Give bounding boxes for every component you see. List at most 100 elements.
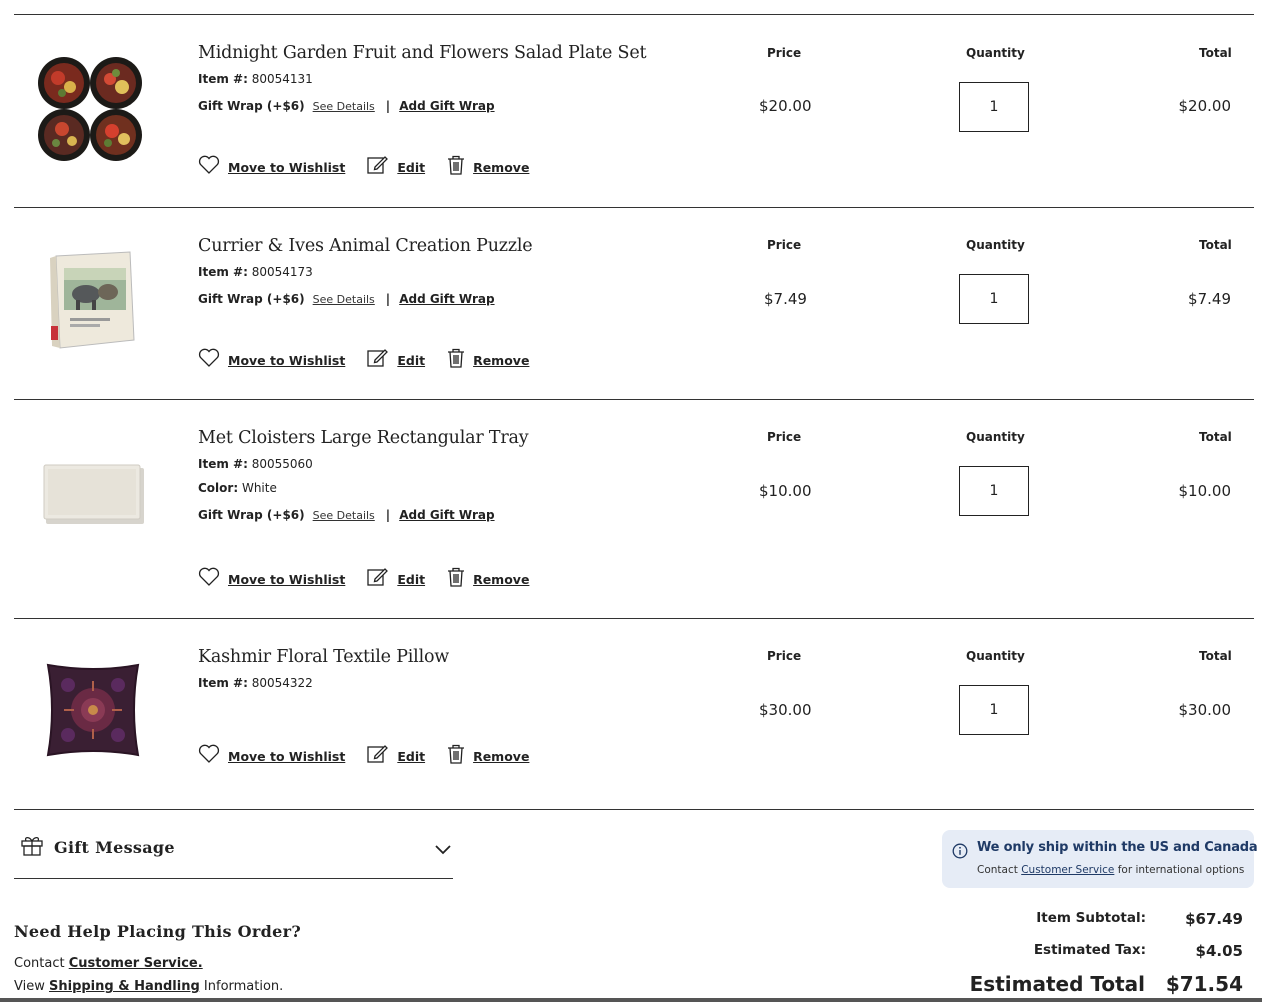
item-total: $20.00 (1178, 97, 1232, 115)
item-actions: Move to Wishlist Edit Remove (198, 744, 551, 764)
gift-wrap-label: Gift Wrap (+$6) (198, 292, 305, 306)
product-image[interactable] (34, 651, 152, 769)
remove-button[interactable]: Remove (447, 155, 529, 175)
price-header: Price (767, 46, 802, 60)
product-image[interactable] (34, 434, 152, 552)
see-details-link[interactable]: See Details (313, 293, 375, 306)
separator: | (385, 99, 391, 113)
heart-icon (198, 348, 220, 367)
edit-button[interactable]: Edit (367, 567, 425, 587)
item-price: $7.49 (764, 290, 807, 308)
edit-button[interactable]: Edit (367, 155, 425, 175)
gift-wrap-row: Gift Wrap (+$6) See Details | Add Gift Wrap (198, 508, 678, 522)
remove-button[interactable]: Remove (447, 744, 529, 764)
product-image[interactable] (34, 53, 152, 171)
bottom-border (0, 998, 1262, 1002)
total-header: Total (1199, 238, 1232, 252)
item-actions: Move to Wishlist Edit Remove (198, 155, 551, 175)
product-title[interactable]: Midnight Garden Fruit and Flowers Salad … (198, 43, 678, 63)
quantity-input[interactable]: 1 (959, 685, 1029, 735)
separator: | (385, 508, 391, 522)
cart-item: Kashmir Floral Textile Pillow Item #: 80… (14, 619, 1254, 810)
info-icon (952, 843, 968, 859)
separator: | (385, 292, 391, 306)
quantity-input[interactable]: 1 (959, 82, 1029, 132)
chevron-down-icon (435, 845, 451, 855)
help-title: Need Help Placing This Order? (14, 922, 301, 941)
item-number: Item #: 80054173 (198, 265, 313, 279)
move-to-wishlist-button[interactable]: Move to Wishlist (198, 348, 345, 368)
item-price: $10.00 (759, 482, 812, 500)
cart-item: Currier & Ives Animal Creation Puzzle It… (14, 208, 1254, 400)
gift-wrap-row: Gift Wrap (+$6) See Details | Add Gift Wrap (198, 99, 678, 113)
product-title[interactable]: Kashmir Floral Textile Pillow (198, 647, 678, 667)
quantity-header: Quantity (966, 46, 1025, 60)
item-price: $20.00 (759, 97, 812, 115)
edit-icon (367, 156, 389, 174)
product-title[interactable]: Met Cloisters Large Rectangular Tray (198, 428, 678, 448)
gift-message-toggle[interactable]: Gift Message (14, 828, 453, 879)
tax-value: $4.05 (1195, 942, 1243, 960)
subtotal-label: Item Subtotal: (1036, 910, 1146, 926)
quantity-input[interactable]: 1 (959, 274, 1029, 324)
price-header: Price (767, 238, 802, 252)
cart-item: Met Cloisters Large Rectangular Tray Ite… (14, 400, 1254, 619)
quantity-input[interactable]: 1 (959, 466, 1029, 516)
remove-button[interactable]: Remove (447, 348, 529, 368)
item-total: $30.00 (1178, 701, 1232, 719)
help-shipping-line: View Shipping & Handling Information. (14, 979, 284, 994)
shipping-notice-title: We only ship within the US and Canada (977, 840, 1258, 855)
item-number: Item #: 80054131 (198, 72, 313, 86)
tax-label: Estimated Tax: (1033, 942, 1146, 958)
trash-icon (448, 567, 465, 587)
item-price: $30.00 (759, 701, 812, 719)
see-details-link[interactable]: See Details (313, 100, 375, 113)
quantity-header: Quantity (966, 649, 1025, 663)
cart-item: Midnight Garden Fruit and Flowers Salad … (14, 15, 1254, 208)
add-gift-wrap-link[interactable]: Add Gift Wrap (399, 99, 494, 113)
estimated-total-label: Estimated Total (969, 972, 1145, 996)
heart-icon (198, 155, 220, 174)
notice-customer-service-link[interactable]: Customer Service (1021, 864, 1114, 876)
help-contact-line: Contact Customer Service. (14, 956, 203, 971)
item-total: $7.49 (1188, 290, 1231, 308)
item-number: Item #: 80054322 (198, 676, 313, 690)
edit-button[interactable]: Edit (367, 744, 425, 764)
gift-wrap-label: Gift Wrap (+$6) (198, 99, 305, 113)
add-gift-wrap-link[interactable]: Add Gift Wrap (399, 292, 494, 306)
quantity-header: Quantity (966, 238, 1025, 252)
add-gift-wrap-link[interactable]: Add Gift Wrap (399, 508, 494, 522)
item-total: $10.00 (1178, 482, 1232, 500)
total-header: Total (1199, 430, 1232, 444)
move-to-wishlist-button[interactable]: Move to Wishlist (198, 567, 345, 587)
move-to-wishlist-button[interactable]: Move to Wishlist (198, 155, 345, 175)
item-color: Color: White (198, 481, 277, 495)
total-header: Total (1199, 46, 1232, 60)
edit-icon (367, 349, 389, 367)
quantity-header: Quantity (966, 430, 1025, 444)
item-number: Item #: 80055060 (198, 457, 313, 471)
shipping-notice-subtext: Contact Customer Service for internation… (977, 864, 1245, 876)
gift-wrap-label: Gift Wrap (+$6) (198, 508, 305, 522)
product-title[interactable]: Currier & Ives Animal Creation Puzzle (198, 236, 678, 256)
edit-button[interactable]: Edit (367, 348, 425, 368)
heart-icon (198, 567, 220, 586)
trash-icon (448, 744, 465, 764)
see-details-link[interactable]: See Details (313, 509, 375, 522)
item-actions: Move to Wishlist Edit Remove (198, 567, 551, 587)
move-to-wishlist-button[interactable]: Move to Wishlist (198, 744, 345, 764)
trash-icon (448, 155, 465, 175)
customer-service-link[interactable]: Customer Service. (69, 956, 203, 971)
remove-button[interactable]: Remove (447, 567, 529, 587)
estimated-total-value: $71.54 (1165, 972, 1243, 996)
product-image[interactable] (34, 242, 152, 360)
edit-icon (367, 568, 389, 586)
subtotal-value: $67.49 (1185, 910, 1243, 928)
price-header: Price (767, 430, 802, 444)
total-header: Total (1199, 649, 1232, 663)
trash-icon (448, 348, 465, 368)
price-header: Price (767, 649, 802, 663)
edit-icon (367, 745, 389, 763)
shipping-handling-link[interactable]: Shipping & Handling (49, 979, 200, 994)
gift-icon (21, 836, 43, 856)
